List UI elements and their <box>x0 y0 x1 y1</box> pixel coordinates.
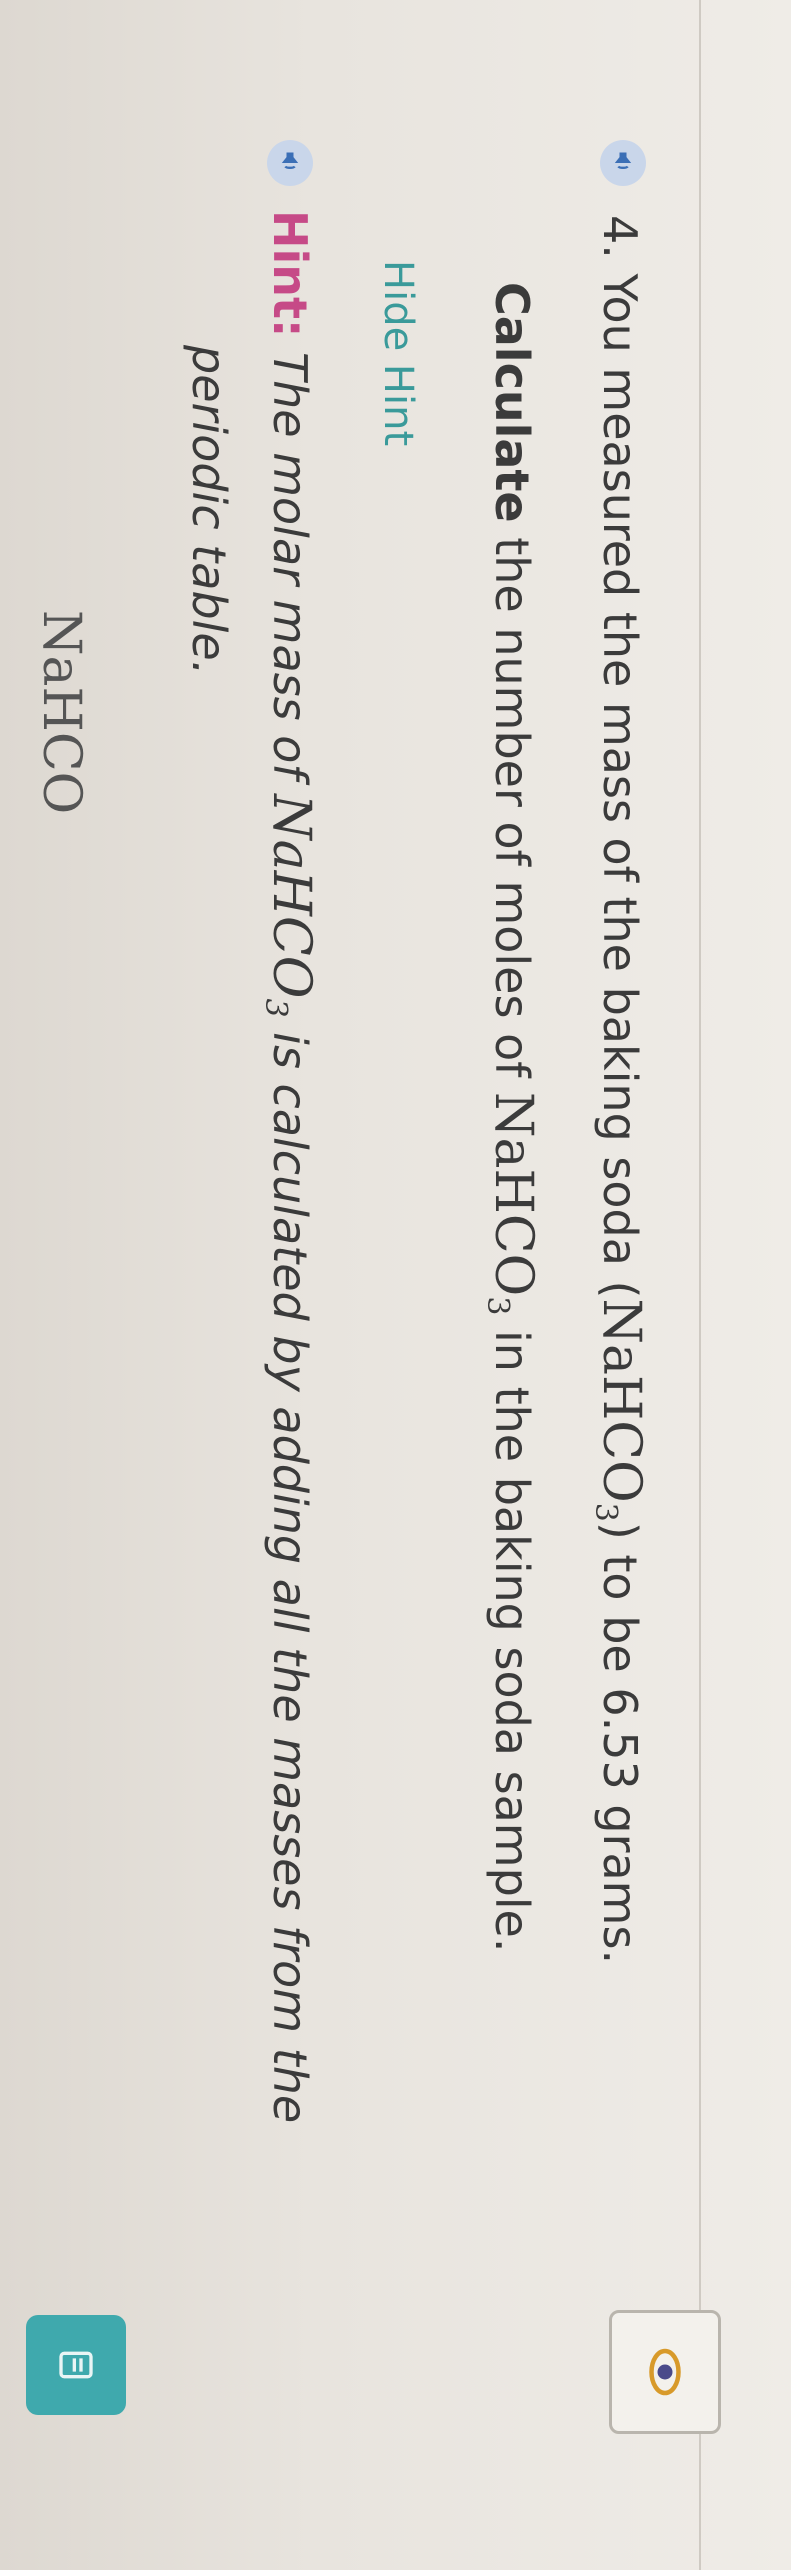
question-formula-main: NaHCO <box>591 1298 651 1503</box>
question-text: 4. You measured the mass of the baking s… <box>588 215 651 1964</box>
speaker-icon-glyph <box>614 152 632 169</box>
speaker-icon[interactable] <box>600 140 646 186</box>
calculate-instruction: Calculate the number of moles of NaHCO3 … <box>480 282 543 1952</box>
partial-formula: NaHCO <box>31 610 91 815</box>
hint-text-line2: periodic table. <box>182 345 236 676</box>
hint-text-before: The molar mass of <box>263 337 317 795</box>
document-icon <box>59 2351 93 2379</box>
hint-label: Hint: <box>263 210 317 338</box>
question-formula: NaHCO3 <box>588 1298 651 1522</box>
hint-formula: NaHCO3 <box>258 794 321 1018</box>
question-panel: 4. You measured the mass of the baking s… <box>0 0 791 2570</box>
hide-hint-link[interactable]: Hide Hint <box>375 260 421 446</box>
hint-formula-sub: 3 <box>258 998 293 1018</box>
calculate-bold: Calculate <box>485 282 539 523</box>
hint-speaker-icon-glyph <box>281 152 299 169</box>
teal-action-button[interactable] <box>26 2315 126 2415</box>
orbit-button[interactable] <box>609 2310 721 2434</box>
hint-text: Hint: The molar mass of NaHCO3 is calcul… <box>258 210 321 2123</box>
calculate-formula: NaHCO3 <box>480 1092 543 1316</box>
calculate-formula-main: NaHCO <box>483 1092 543 1297</box>
question-text-after: ) to be 6.53 grams. <box>593 1521 647 1965</box>
orbit-icon <box>649 2348 681 2396</box>
divider <box>699 0 701 2570</box>
hint-text-after: is calculated by adding all the masses f… <box>263 1017 317 2124</box>
hint-formula-main: NaHCO <box>261 794 321 999</box>
question-formula-sub: 3 <box>588 1502 623 1522</box>
question-text-before: You measured the mass of the baking soda… <box>593 273 647 1299</box>
calculate-formula-sub: 3 <box>480 1296 515 1316</box>
question-number: 4. <box>593 215 647 259</box>
calculate-text-after: in the baking soda sample. <box>485 1315 539 1953</box>
hint-speaker-icon[interactable] <box>267 140 313 186</box>
calculate-text-before: the number of moles of <box>485 522 539 1093</box>
